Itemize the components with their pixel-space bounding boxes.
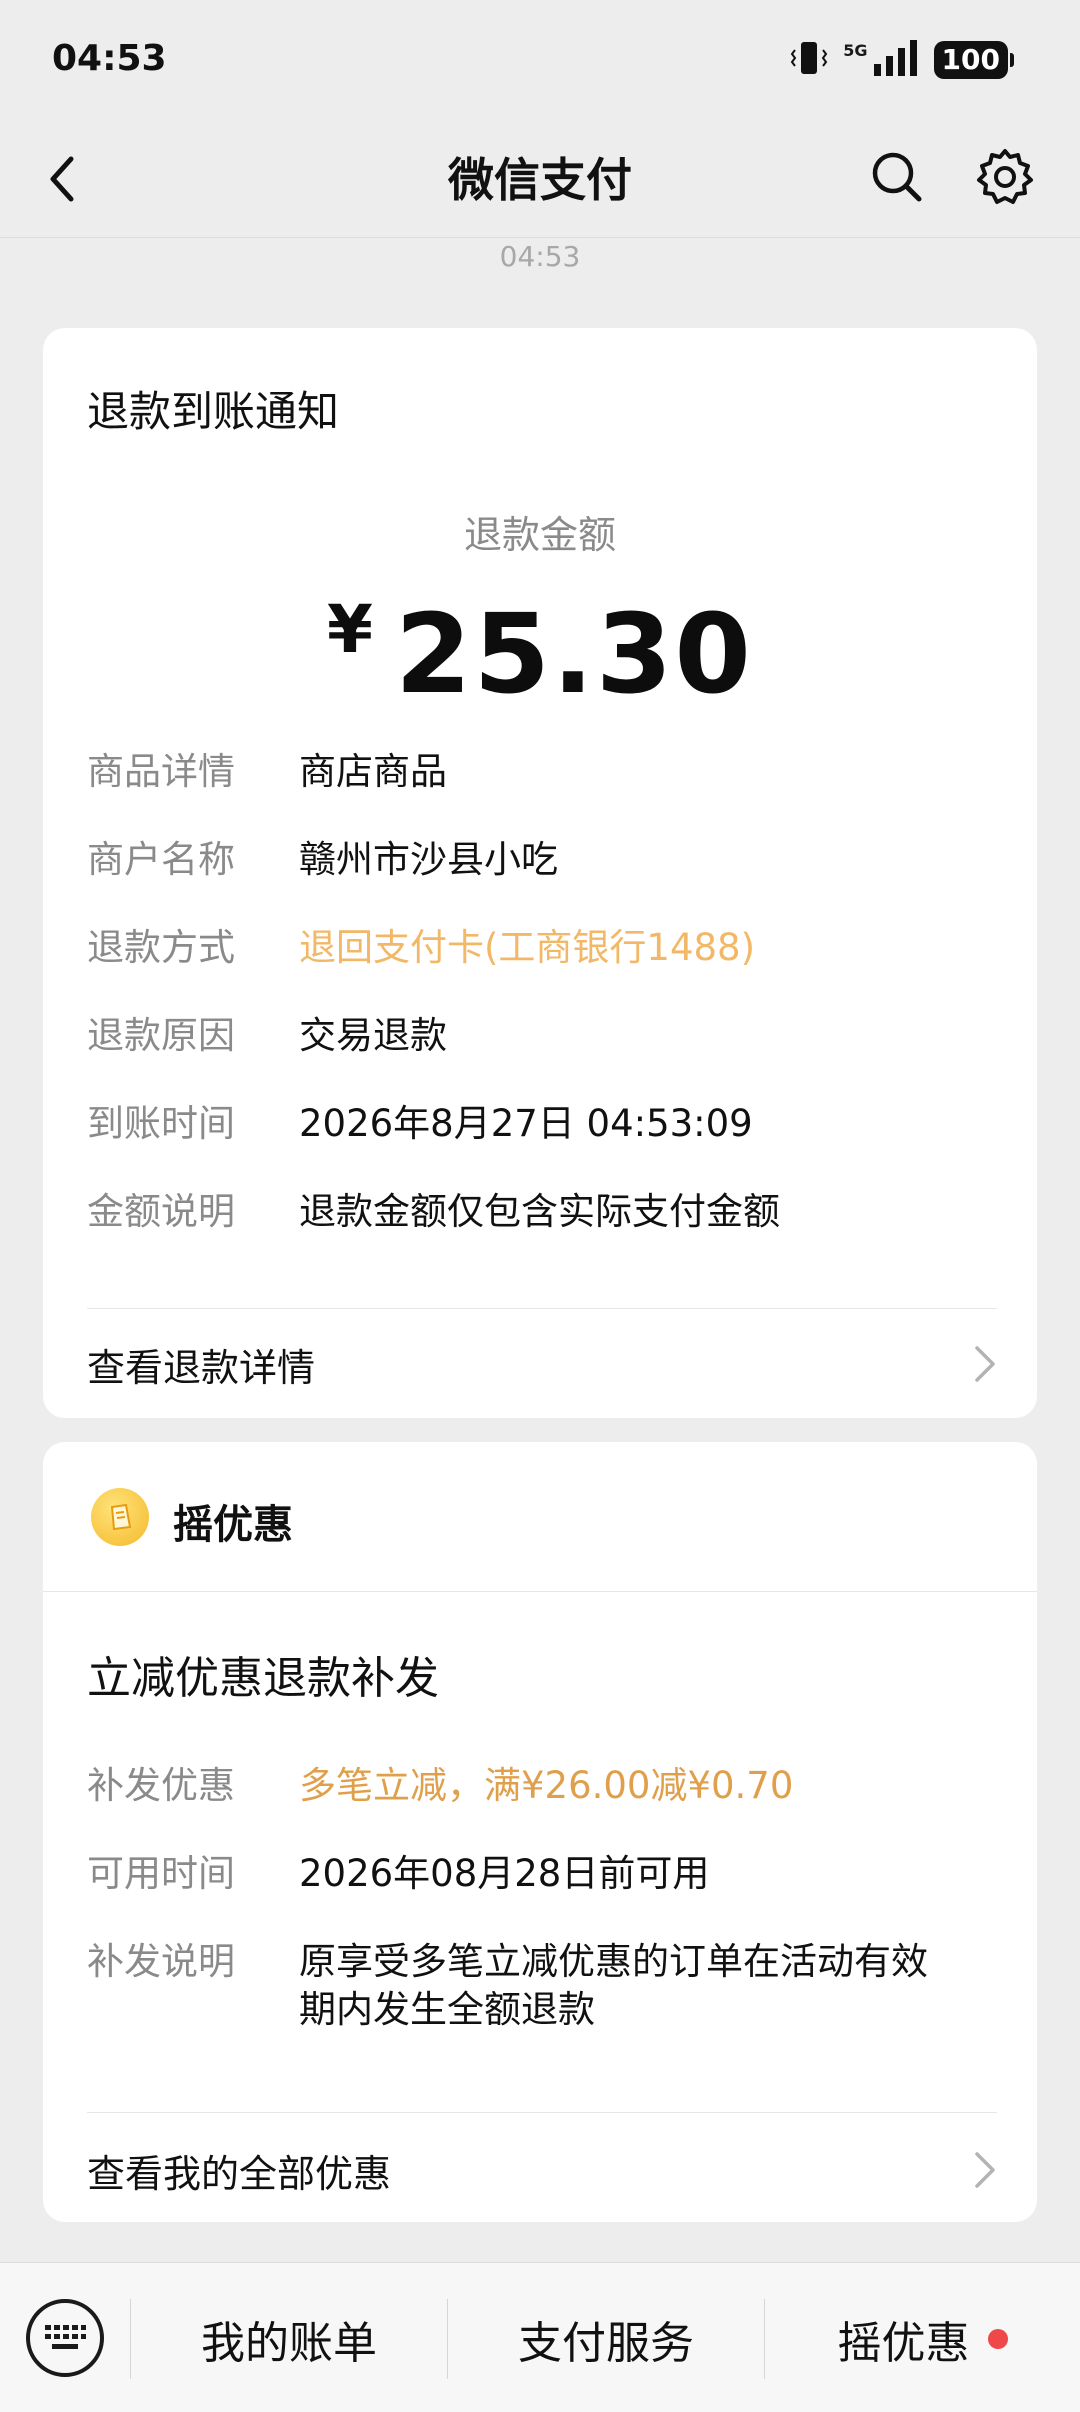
promo-header-label: 摇优惠 [173, 1502, 293, 1548]
status-time: 04:53 [52, 38, 167, 79]
view-refund-details-link[interactable]: 查看退款详情 [87, 1324, 997, 1404]
detail-row-merchant: 商户名称 赣州市沙县小吃 [87, 836, 997, 884]
keyboard-toggle-button[interactable] [26, 2299, 104, 2377]
wechat-pay-page: 04:53 5G 100 微信支付 04:53 退款到账通知 退款金额 ¥ 25… [0, 0, 1080, 2412]
detail-value: 多笔立减，满¥26.00减¥0.70 [299, 1764, 794, 1807]
tab-label: 摇优惠 [837, 2318, 970, 2369]
tab-payment-services[interactable]: 支付服务 [448, 2299, 764, 2379]
detail-key: 可用时间 [87, 1852, 235, 1895]
currency-symbol: ¥ [327, 591, 373, 668]
refund-card-title: 退款到账通知 [87, 387, 340, 436]
status-bar: 04:53 5G 100 [0, 0, 1080, 120]
detail-value: 商店商品 [299, 750, 447, 793]
shake-coupon-icon [91, 1488, 149, 1546]
promo-title: 立减优惠退款补发 [87, 1653, 439, 1704]
network-type: 5G [843, 40, 868, 60]
detail-key: 退款方式 [87, 926, 235, 969]
detail-value: 2026年8月27日 04:53:09 [299, 1102, 753, 1145]
keyboard-icon [45, 2325, 86, 2349]
message-timestamp: 04:53 [499, 240, 581, 273]
detail-row-amount-note: 金额说明 退款金额仅包含实际支付金额 [87, 1188, 997, 1236]
detail-row-refund-reason: 退款原因 交易退款 [87, 1012, 997, 1060]
detail-key: 补发优惠 [87, 1764, 235, 1807]
detail-row-reissue-note: 补发说明 原享受多笔立减优惠的订单在活动有效期内发生全额退款 [87, 1938, 1007, 2034]
chevron-right-icon [975, 2152, 995, 2188]
vibrate-icon [789, 38, 829, 82]
tab-label: 我的账单 [201, 2318, 377, 2369]
refund-amount: ¥25.30 [43, 590, 1037, 718]
notification-dot [987, 2329, 1008, 2349]
tab-label: 支付服务 [518, 2318, 694, 2369]
detail-key: 商户名称 [87, 838, 235, 881]
detail-row-arrival-time: 到账时间 2026年8月27日 04:53:09 [87, 1100, 997, 1148]
link-label: 查看退款详情 [87, 1345, 316, 1390]
detail-key: 补发说明 [87, 1940, 235, 1983]
promo-card-header[interactable]: 摇优惠 [43, 1442, 1037, 1592]
detail-value: 2026年08月28日前可用 [299, 1852, 710, 1895]
gear-icon [977, 149, 1033, 204]
chevron-right-icon [975, 1346, 995, 1382]
divider [87, 1308, 997, 1309]
refund-amount-value: 25.30 [394, 590, 753, 718]
settings-button[interactable] [970, 142, 1040, 212]
detail-row-reissued-discount: 补发优惠 多笔立减，满¥26.00减¥0.70 [87, 1762, 997, 1810]
detail-value: 退款金额仅包含实际支付金额 [299, 1190, 780, 1233]
search-button[interactable] [862, 142, 932, 212]
detail-value: 原享受多笔立减优惠的订单在活动有效期内发生全额退款 [299, 1940, 928, 2031]
view-all-discounts-link[interactable]: 查看我的全部优惠 [87, 2130, 997, 2210]
detail-row-product: 商品详情 商店商品 [87, 748, 997, 796]
detail-row-refund-method: 退款方式 退回支付卡(工商银行1488) [87, 924, 997, 972]
status-icons: 5G 100 [789, 38, 1015, 82]
detail-key: 退款原因 [87, 1014, 235, 1057]
detail-row-valid-time: 可用时间 2026年08月28日前可用 [87, 1850, 997, 1898]
bottom-menu-bar: 我的账单 支付服务 摇优惠 [0, 2262, 1080, 2412]
detail-value: 交易退款 [299, 1014, 447, 1057]
tab-my-bills[interactable]: 我的账单 [131, 2299, 447, 2379]
detail-key: 商品详情 [87, 750, 235, 793]
divider [87, 2112, 997, 2113]
tab-shake-discount[interactable]: 摇优惠 [765, 2299, 1080, 2379]
promo-card[interactable]: 摇优惠 立减优惠退款补发 补发优惠 多笔立减，满¥26.00减¥0.70 可用时… [43, 1442, 1037, 2222]
refund-amount-label: 退款金额 [463, 513, 616, 557]
battery-indicator: 100 [933, 41, 1015, 79]
refund-notice-card[interactable]: 退款到账通知 退款金额 ¥25.30 商品详情 商店商品 商户名称 赣州市沙县小… [43, 328, 1037, 1418]
detail-value: 退回支付卡(工商银行1488) [299, 926, 756, 969]
detail-value: 赣州市沙县小吃 [299, 838, 558, 881]
detail-key: 金额说明 [87, 1190, 235, 1233]
search-icon [872, 152, 922, 202]
signal-icon [872, 38, 920, 82]
detail-key: 到账时间 [87, 1102, 235, 1145]
link-label: 查看我的全部优惠 [87, 2151, 392, 2196]
nav-bar: 微信支付 [0, 120, 1080, 238]
